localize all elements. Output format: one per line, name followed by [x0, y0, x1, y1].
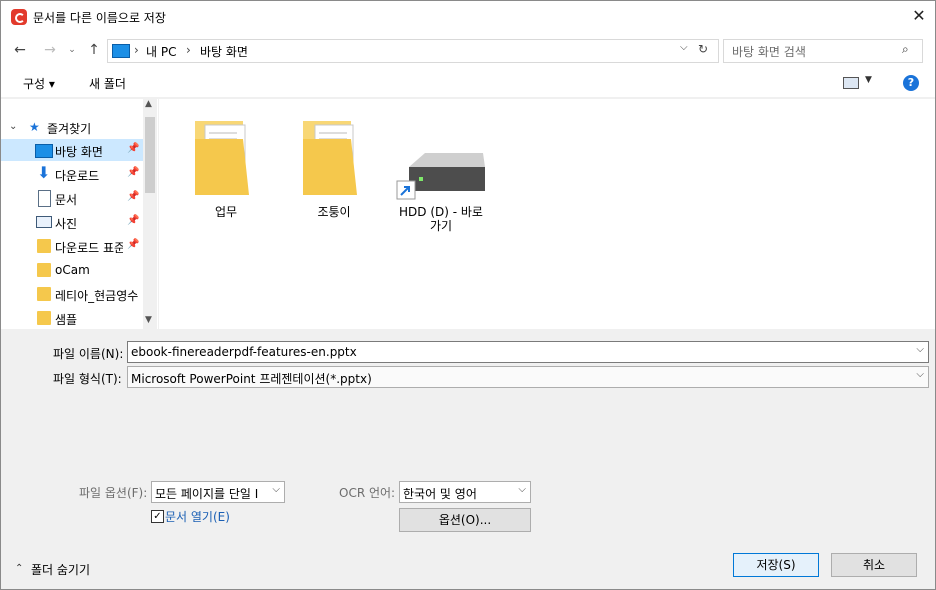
filename-value: ebook-finereaderpdf-features-en.pptx	[131, 345, 357, 359]
desktop-icon	[35, 144, 53, 158]
search-box[interactable]: 바탕 화면 검색 ⌕	[723, 39, 923, 63]
document-icon	[38, 190, 51, 207]
pin-icon[interactable]: 📌	[127, 167, 139, 178]
save-as-dialog: 문서를 다른 이름으로 저장 ✕ ← → ⌄ ↑ › 내 PC › 바탕 화면 …	[0, 0, 936, 590]
cancel-button[interactable]: 취소	[831, 553, 917, 577]
close-icon[interactable]: ✕	[909, 5, 929, 27]
folder-icon	[195, 121, 249, 195]
file-list: 업무 조퉁이 HDD (D) - 바로 가기	[159, 99, 935, 329]
breadcrumb-desktop[interactable]: 바탕 화면	[200, 43, 248, 60]
help-icon[interactable]: ?	[903, 75, 919, 91]
app-logo-icon	[11, 9, 27, 25]
breadcrumb-separator-icon: ›	[134, 43, 139, 57]
chevron-down-icon[interactable]: ⌵	[518, 484, 526, 495]
sidebar-item-sample[interactable]: 샘플	[1, 307, 143, 329]
picture-icon	[36, 216, 52, 228]
pin-icon[interactable]: 📌	[127, 143, 139, 154]
filetype-select[interactable]: Microsoft PowerPoint 프레젠테이션(*.pptx) ⌵	[127, 366, 929, 388]
expand-chevron-icon[interactable]: ⌄	[9, 121, 17, 132]
sidebar-item-label: 레티아_현금영수	[55, 289, 139, 303]
hard-drive-icon	[396, 153, 485, 200]
search-icon[interactable]: ⌕	[902, 42, 909, 57]
breadcrumb-pc[interactable]: 내 PC	[146, 43, 176, 60]
drive-label-line2: 가기	[429, 219, 453, 233]
open-document-checkbox[interactable]: ✓	[151, 510, 164, 523]
filename-field[interactable]: ebook-finereaderpdf-features-en.pptx ⌵	[127, 341, 929, 363]
pin-icon[interactable]: 📌	[127, 239, 139, 250]
file-options-label: 파일 옵션(F):	[79, 486, 148, 500]
sidebar-item-retia[interactable]: 레티아_현금영수	[1, 283, 143, 305]
options-button[interactable]: 옵션(O)...	[399, 508, 531, 532]
folder-item-jotungi[interactable]: 조퉁이	[295, 117, 373, 219]
folder-icon	[37, 239, 51, 253]
sidebar-item-desktop[interactable]: 바탕 화면 📌	[1, 139, 143, 161]
sidebar-item-documents[interactable]: 문서 📌	[1, 187, 143, 209]
pin-icon[interactable]: 📌	[127, 191, 139, 202]
chevron-up-icon[interactable]: ⌃	[15, 563, 23, 574]
chevron-down-icon[interactable]: ⌵	[272, 484, 280, 495]
sidebar-item-pictures[interactable]: 사진 📌	[1, 211, 143, 233]
star-icon: ★	[29, 120, 40, 134]
sidebar-item-downloads-standard[interactable]: 다운로드 표준 📌	[1, 235, 143, 257]
open-document-label[interactable]: 문서 열기(E)	[165, 508, 230, 525]
folder-label: 조퉁이	[317, 205, 351, 219]
sidebar-item-label: oCam	[55, 263, 90, 277]
desktop-icon	[112, 44, 130, 58]
forward-arrow-icon[interactable]: →	[41, 41, 59, 59]
address-dropdown-chevron-icon[interactable]: ⌵	[680, 42, 688, 53]
organize-menu[interactable]: 구성 ▾	[23, 75, 55, 92]
navigation-pane: ⌄ ★ 즐겨찾기 바탕 화면 📌 ⬇ 다운로드 📌 문서 📌 사진 📌 다운로드…	[1, 99, 158, 329]
favorites-label[interactable]: 즐겨찾기	[47, 120, 91, 137]
back-arrow-icon[interactable]: ←	[11, 41, 29, 59]
sidebar-item-downloads[interactable]: ⬇ 다운로드 📌	[1, 163, 143, 185]
recent-locations-chevron-icon[interactable]: ⌄	[63, 41, 81, 59]
folder-icon	[37, 311, 51, 325]
save-form: 파일 이름(N): ebook-finereaderpdf-features-e…	[1, 331, 935, 589]
window-title: 문서를 다른 이름으로 저장	[33, 11, 166, 25]
sidebar-item-label: 다운로드 표준	[55, 241, 123, 255]
folder-icon	[37, 287, 51, 301]
hide-folders-button[interactable]: 폴더 숨기기	[31, 561, 90, 578]
search-placeholder: 바탕 화면 검색	[732, 45, 806, 59]
save-button[interactable]: 저장(S)	[733, 553, 819, 577]
filetype-value: Microsoft PowerPoint 프레젠테이션(*.pptx)	[131, 372, 372, 386]
chevron-down-icon[interactable]: ⌵	[916, 369, 924, 380]
up-arrow-icon[interactable]: ↑	[85, 41, 103, 59]
folder-label: 업무	[214, 205, 238, 219]
scrollbar-thumb[interactable]	[145, 117, 155, 193]
ocr-language-value: 한국어 및 영어	[403, 487, 477, 501]
refresh-icon[interactable]: ↻	[698, 42, 708, 56]
new-folder-button[interactable]: 새 폴더	[89, 75, 126, 92]
drive-shortcut-item[interactable]: HDD (D) - 바로 가기	[391, 143, 491, 243]
view-chevron-icon[interactable]: ▼	[865, 75, 872, 85]
title-bar: 문서를 다른 이름으로 저장 ✕	[1, 1, 935, 33]
folder-item-work[interactable]: 업무	[187, 117, 265, 219]
chevron-down-icon[interactable]: ⌵	[916, 344, 924, 355]
download-icon: ⬇	[37, 163, 51, 182]
sidebar-scrollbar[interactable]: ▲ ▼	[143, 99, 157, 329]
sidebar-item-label: 샘플	[55, 313, 78, 327]
sidebar-item-ocam[interactable]: oCam	[1, 259, 143, 281]
view-options-icon[interactable]	[843, 77, 859, 89]
folder-icon	[303, 121, 357, 195]
file-options-value: 모든 페이지를 단일 I	[155, 487, 259, 501]
breadcrumb-separator-icon: ›	[186, 43, 191, 57]
command-toolbar: 구성 ▾ 새 폴더 ▼ ?	[1, 69, 935, 98]
file-options-select[interactable]: 모든 페이지를 단일 I ⌵	[151, 481, 285, 503]
ocr-language-label: OCR 언어:	[339, 486, 396, 500]
scroll-up-icon[interactable]: ▲	[145, 99, 152, 109]
filename-label: 파일 이름(N):	[53, 347, 124, 361]
pin-icon[interactable]: 📌	[127, 215, 139, 226]
address-bar[interactable]: › 내 PC › 바탕 화면 ⌵ ↻	[107, 39, 719, 63]
folder-icon	[37, 263, 51, 277]
filetype-label: 파일 형식(T):	[53, 372, 122, 386]
ocr-language-select[interactable]: 한국어 및 영어 ⌵	[399, 481, 531, 503]
scroll-down-icon[interactable]: ▼	[145, 315, 152, 325]
